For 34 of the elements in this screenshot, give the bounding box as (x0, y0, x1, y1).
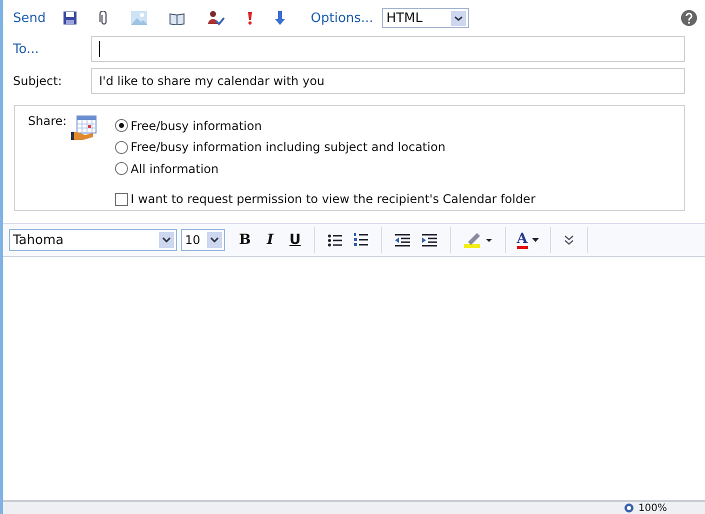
share-option[interactable]: Free/busy information including subject and location (114, 136, 536, 158)
caret-icon (532, 238, 539, 242)
permission-checkbox-row[interactable]: I want to request permission to view the recipient's Calendar folder (114, 188, 536, 210)
share-label: Share: (28, 114, 67, 130)
numbered-list-icon[interactable] (354, 233, 368, 247)
font-size-dropdown[interactable]: 10 (181, 229, 225, 251)
font-dropdown[interactable]: Tahoma (9, 229, 177, 251)
highlighter-icon[interactable] (464, 232, 492, 248)
text-style-button[interactable]: I (260, 232, 280, 248)
zoom-level[interactable]: 100% (638, 502, 667, 514)
increase-indent-icon[interactable] (422, 234, 437, 246)
subject-field[interactable]: I'd like to share my calendar with you (91, 68, 685, 94)
subject-label: Subject: (13, 74, 63, 88)
paperclip-icon[interactable] (98, 10, 109, 26)
person-check-icon[interactable] (206, 10, 225, 26)
font-color-button[interactable]: A (512, 232, 543, 248)
expand-chevron-icon[interactable] (564, 235, 574, 245)
options-link[interactable]: Options... (310, 10, 374, 26)
to-button[interactable]: To... (13, 42, 91, 56)
help-icon[interactable] (681, 10, 697, 26)
bullet-list-icon[interactable] (328, 234, 342, 246)
text-style-button[interactable]: U (283, 232, 307, 248)
send-button[interactable]: Send (13, 10, 46, 26)
zoom-icon[interactable] (624, 503, 634, 513)
calendar-hand-icon (70, 114, 97, 142)
share-option[interactable]: All information (114, 158, 536, 180)
down-arrow-icon[interactable] (274, 11, 285, 25)
share-option[interactable]: Free/busy information (114, 115, 536, 136)
decrease-indent-icon[interactable] (394, 234, 410, 246)
exclamation-icon[interactable] (246, 11, 253, 25)
text-style-button[interactable]: B (233, 232, 257, 248)
save-icon[interactable] (62, 11, 77, 25)
format-dropdown[interactable]: HTML (382, 8, 470, 28)
book-icon[interactable] (168, 12, 185, 24)
